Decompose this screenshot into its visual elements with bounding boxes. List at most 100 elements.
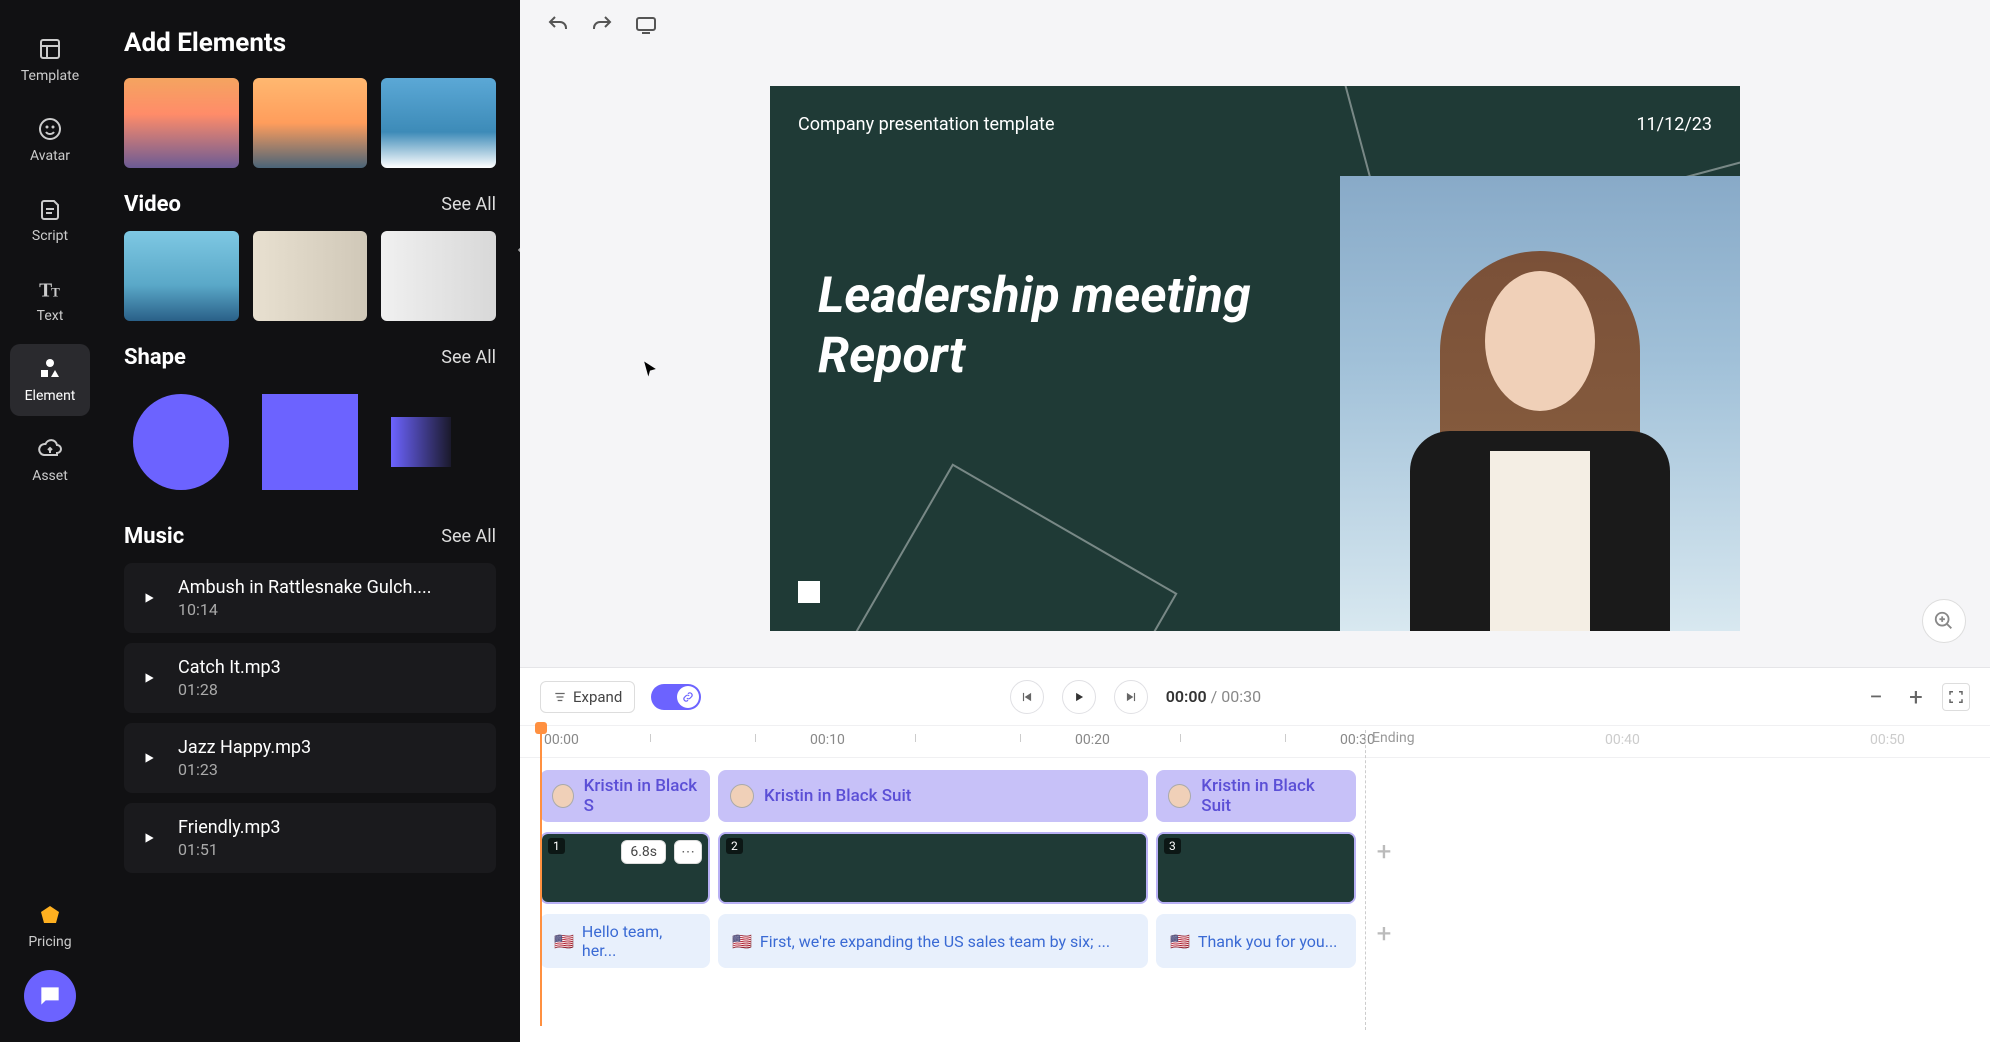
nav-item-pricing[interactable]: Pricing: [10, 890, 90, 962]
decoration: [822, 463, 1177, 631]
see-all-video[interactable]: See All: [441, 194, 496, 215]
asset-icon: [37, 436, 63, 462]
shape-circle[interactable]: [124, 384, 239, 500]
ruler-mark: 00:50: [1870, 732, 1905, 748]
undo-button[interactable]: [544, 11, 572, 39]
slide-marker: [798, 581, 820, 603]
chat-button[interactable]: [24, 970, 76, 1022]
zoom-out-button[interactable]: −: [1862, 683, 1890, 711]
scene-number: 1: [548, 838, 565, 854]
script-clip[interactable]: 🇺🇸 Hello team, her...: [540, 914, 710, 968]
slide-template-name: Company presentation template: [798, 114, 1055, 135]
script-clip[interactable]: 🇺🇸 First, we're expanding the US sales t…: [718, 914, 1148, 968]
music-duration: 01:28: [178, 680, 478, 699]
time-display: 00:00 / 00:30: [1166, 687, 1261, 706]
next-button[interactable]: [1114, 680, 1148, 714]
nav-label: Asset: [32, 468, 68, 484]
nav-item-template[interactable]: Template: [10, 24, 90, 96]
tracks: Kristin in Black S Kristin in Black Suit…: [520, 758, 1990, 1042]
zoom-icon: [1933, 610, 1955, 632]
ruler[interactable]: 00:00 00:10 00:20 00:30 Ending 00:40 00:…: [520, 726, 1990, 758]
play-icon: [1072, 690, 1086, 704]
scene-number: 2: [726, 838, 743, 854]
prev-button[interactable]: [1010, 680, 1044, 714]
music-duration: 01:23: [178, 760, 478, 779]
video-thumb[interactable]: [381, 231, 496, 321]
music-title: Ambush in Rattlesnake Gulch....: [178, 577, 478, 598]
music-item[interactable]: Jazz Happy.mp3 01:23: [124, 723, 496, 793]
flag-icon: 🇺🇸: [732, 932, 752, 951]
canvas[interactable]: Company presentation template 11/12/23 L…: [520, 50, 1990, 667]
scene-clip[interactable]: 1 6.8s ⋯: [540, 832, 710, 904]
cursor-icon: [640, 359, 660, 379]
music-duration: 10:14: [178, 600, 478, 619]
see-all-shape[interactable]: See All: [441, 347, 496, 368]
section-video-label: Video: [124, 192, 181, 217]
music-title: Jazz Happy.mp3: [178, 737, 478, 758]
ruler-mark: 00:40: [1605, 732, 1640, 748]
zoom-in-button[interactable]: +: [1902, 683, 1930, 711]
music-item[interactable]: Catch It.mp3 01:28: [124, 643, 496, 713]
avatar-clip[interactable]: Kristin in Black Suit: [718, 770, 1148, 822]
image-thumb[interactable]: [124, 78, 239, 168]
scene-clip[interactable]: 3: [1156, 832, 1356, 904]
music-item[interactable]: Ambush in Rattlesnake Gulch.... 10:14: [124, 563, 496, 633]
ruler-mark: 00:20: [1075, 732, 1110, 748]
nav-label: Avatar: [30, 148, 70, 164]
mini-avatar-icon: [1168, 784, 1191, 808]
elements-panel: Add Elements Video See All Shape See All…: [100, 0, 520, 1042]
display-button[interactable]: [632, 11, 660, 39]
text-icon: TT: [37, 276, 63, 302]
nav-item-avatar[interactable]: Avatar: [10, 104, 90, 176]
nav-item-script[interactable]: Script: [10, 184, 90, 256]
playhead[interactable]: [540, 726, 542, 1026]
collapse-panel-button[interactable]: [508, 220, 520, 280]
top-toolbar: [520, 0, 1990, 50]
pricing-icon: [37, 902, 63, 928]
image-thumb[interactable]: [381, 78, 496, 168]
nav-item-asset[interactable]: Asset: [10, 424, 90, 496]
nav-rail: Template Avatar Script TT Text Element A…: [0, 0, 100, 1042]
play-button[interactable]: [1062, 680, 1096, 714]
video-thumb[interactable]: [253, 231, 368, 321]
play-icon: [142, 670, 158, 686]
music-item[interactable]: Friendly.mp3 01:51: [124, 803, 496, 873]
shape-square[interactable]: [253, 384, 368, 500]
avatar-photo: [1340, 176, 1740, 631]
video-thumb[interactable]: [124, 231, 239, 321]
expand-icon: [553, 690, 567, 704]
image-thumb[interactable]: [253, 78, 368, 168]
svg-text:T: T: [51, 285, 60, 300]
ruler-mark: 00:00: [544, 732, 579, 748]
chat-icon: [37, 983, 63, 1009]
nav-label: Pricing: [28, 934, 71, 950]
toggle-switch[interactable]: [651, 684, 701, 710]
script-icon: [37, 196, 63, 222]
undo-icon: [546, 13, 570, 37]
nav-item-element[interactable]: Element: [10, 344, 90, 416]
section-shape-label: Shape: [124, 345, 186, 370]
expand-button[interactable]: Expand: [540, 681, 635, 713]
display-icon: [634, 13, 658, 37]
scene-clip[interactable]: 2: [718, 832, 1148, 904]
prev-icon: [1020, 690, 1034, 704]
avatar-clip[interactable]: Kristin in Black Suit: [1156, 770, 1356, 822]
redo-button[interactable]: [588, 11, 616, 39]
music-title: Catch It.mp3: [178, 657, 478, 678]
fit-icon: [1947, 688, 1965, 706]
link-icon: [681, 690, 695, 704]
slide-date: 11/12/23: [1636, 114, 1712, 135]
add-scene-button[interactable]: +: [1364, 832, 1404, 872]
slide-preview[interactable]: Company presentation template 11/12/23 L…: [770, 86, 1740, 631]
nav-item-text[interactable]: TT Text: [10, 264, 90, 336]
avatar-icon: [37, 116, 63, 142]
avatar-clip[interactable]: Kristin in Black S: [540, 770, 710, 822]
ruler-mark: 00:10: [810, 732, 845, 748]
zoom-button[interactable]: [1922, 599, 1966, 643]
add-script-button[interactable]: +: [1364, 914, 1404, 954]
script-clip[interactable]: 🇺🇸 Thank you for you...: [1156, 914, 1356, 968]
more-button[interactable]: ⋯: [674, 840, 702, 864]
see-all-music[interactable]: See All: [441, 526, 496, 547]
shape-gradient[interactable]: [381, 384, 496, 500]
fit-button[interactable]: [1942, 683, 1970, 711]
